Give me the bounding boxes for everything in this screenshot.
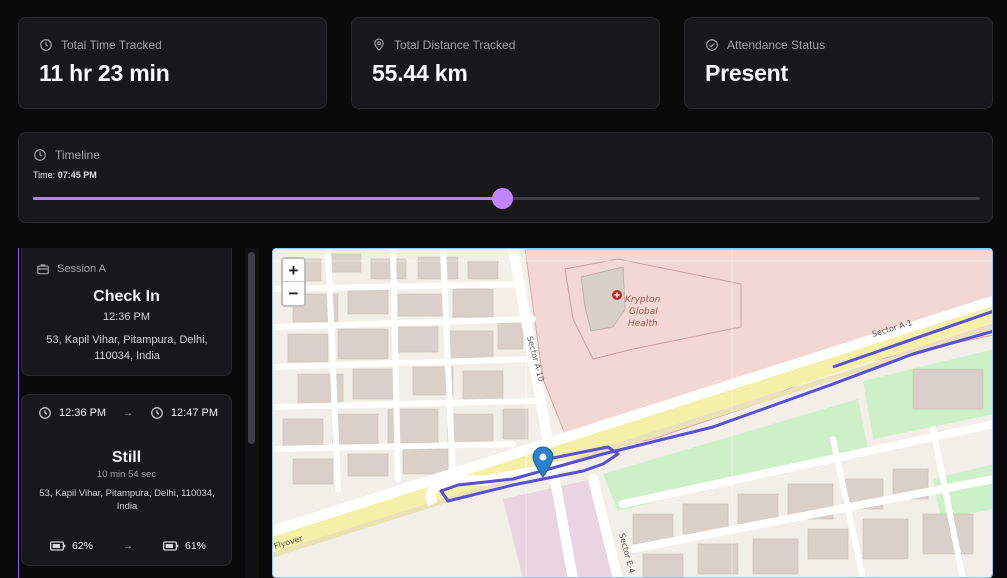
still-duration: 10 min 54 sec — [96, 469, 157, 480]
battery-end: 61% — [184, 540, 206, 552]
battery-icon — [162, 541, 179, 551]
battery-icon — [50, 541, 66, 551]
session-list-scrollbar[interactable] — [245, 248, 259, 578]
stat-label-text: Total Time Tracked — [61, 38, 162, 52]
clock-icon — [39, 407, 51, 419]
timeline-slider[interactable] — [33, 188, 980, 209]
clock-icon — [40, 39, 52, 51]
session-title: Check In — [93, 288, 160, 305]
briefcase-icon — [37, 264, 49, 275]
still-title: Still — [111, 449, 142, 466]
session-card-checkin[interactable]: Session A Check In 12:36 PM 53, Kapil Vi… — [21, 248, 232, 376]
timeline-label: Timeline — [55, 148, 100, 162]
stat-label-text: Attendance Status — [727, 38, 826, 52]
stat-value: 55.44 km — [372, 60, 468, 86]
stat-value: Present — [705, 60, 788, 86]
arrow-right-icon: → — [122, 540, 134, 552]
map-view[interactable]: Krypton Global Health Sector A-1 Sector … — [272, 248, 993, 578]
session-address: 53, Kapil Vihar, Pitampura, Delhi, 11003… — [46, 334, 208, 362]
stat-label-text: Total Distance Tracked — [394, 38, 516, 52]
timeline-slider-thumb[interactable] — [491, 188, 513, 209]
zoom-out-button[interactable]: − — [283, 282, 304, 305]
session-card-still[interactable]: 12:36 PM → 12:47 PM Still 10 min 54 sec … — [21, 394, 232, 566]
session-label: Session A — [57, 263, 106, 275]
timeline-card: Timeline Time: 07:45 PM — [18, 132, 993, 223]
hospital-label-1: Krypton — [625, 295, 661, 305]
zoom-in-button[interactable]: + — [283, 259, 304, 282]
map-zoom-control: + − — [281, 257, 306, 307]
session-list: Session A Check In 12:36 PM 53, Kapil Vi… — [18, 248, 259, 578]
clock-icon — [151, 407, 163, 419]
map-tiles: Krypton Global Health Sector A-1 Sector … — [273, 249, 992, 577]
timeline-time: Time: 07:45 PM — [33, 170, 97, 180]
still-end-time: 12:47 PM — [170, 407, 218, 419]
clock-icon — [34, 149, 46, 161]
timeline-slider-fill — [33, 197, 502, 200]
hospital-label-3: Health — [628, 319, 658, 329]
scrollbar-thumb[interactable] — [248, 252, 255, 444]
stat-card-time: Total Time Tracked 11 hr 23 min — [18, 17, 327, 109]
hospital-label-2: Global — [629, 307, 658, 317]
session-time: 12:36 PM — [102, 311, 151, 323]
still-start-time: 12:36 PM — [59, 407, 107, 419]
arrow-right-icon: → — [122, 407, 134, 419]
check-circle-icon — [706, 39, 718, 51]
still-address: 53, Kapil Vihar, Pitampura, Delhi, 11003… — [39, 488, 215, 512]
stat-card-attendance: Attendance Status Present — [684, 17, 993, 109]
stat-value: 11 hr 23 min — [39, 60, 170, 86]
timeline-time-value: 07:45 PM — [57, 170, 97, 180]
battery-start: 62% — [72, 540, 94, 552]
stat-card-distance: Total Distance Tracked 55.44 km — [351, 17, 660, 109]
map-pin-icon — [374, 38, 384, 52]
